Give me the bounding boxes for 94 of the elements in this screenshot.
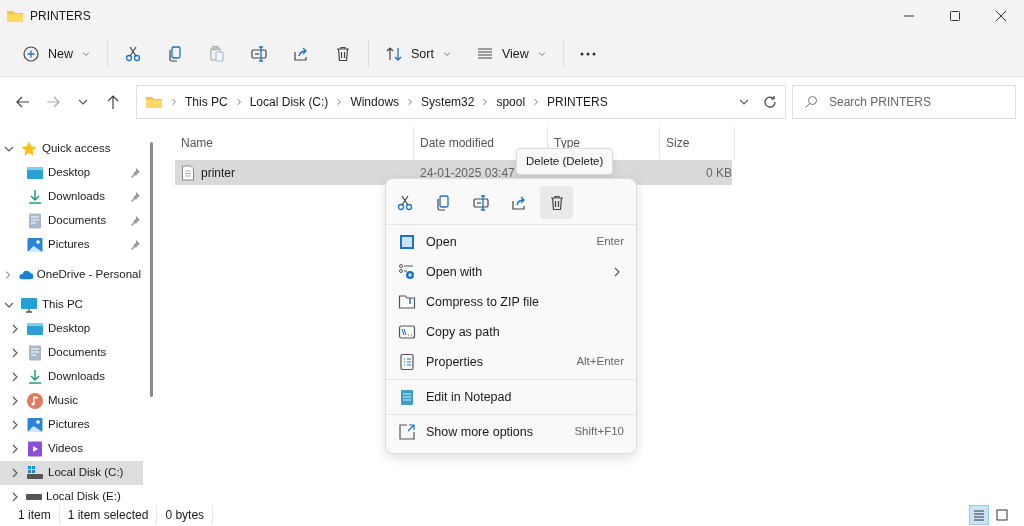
caret-icon (81, 49, 91, 59)
desktop-folder-icon (26, 320, 44, 338)
close-icon (995, 10, 1007, 22)
details-view-button[interactable] (969, 505, 989, 525)
notepad-icon (398, 233, 416, 251)
sidebar-item[interactable]: Videos (0, 437, 143, 461)
video-icon (26, 440, 44, 458)
breadcrumb[interactable]: PRINTERS (547, 93, 608, 111)
open-with-icon (398, 263, 416, 281)
text-file-icon (181, 164, 195, 181)
breadcrumb[interactable]: Windows (350, 93, 400, 111)
rename-icon (471, 193, 490, 212)
caret-icon (441, 49, 452, 59)
separator-chevron-icon (169, 97, 179, 107)
download-icon (26, 188, 44, 206)
column-header[interactable]: Size (660, 127, 735, 159)
folder-icon (145, 94, 163, 110)
document-icon (26, 212, 44, 230)
menu-item[interactable]: Properties Alt+Enter (386, 347, 636, 377)
breadcrumb[interactable]: System32 (421, 93, 475, 111)
scissors-icon (124, 45, 142, 63)
status-text: 1 item selected (59, 506, 158, 524)
monitor-icon (20, 296, 38, 314)
zip-folder-icon (398, 293, 416, 311)
sidebar-item[interactable]: Pictures (0, 413, 143, 437)
menu-item[interactable]: Show more options Shift+F10 (386, 417, 636, 447)
picture-icon (26, 236, 44, 254)
delete-button[interactable] (540, 186, 573, 219)
square-icon (994, 507, 1010, 523)
maximize-icon (949, 10, 961, 22)
scissors-icon (395, 193, 414, 212)
folder-icon (6, 8, 24, 24)
sidebar-item[interactable]: Local Disk (E:) (0, 485, 143, 502)
menu-item[interactable]: Open with (386, 257, 636, 287)
drive-icon (26, 464, 44, 482)
column-header[interactable]: Name (175, 127, 414, 159)
sidebar-item[interactable]: This PC (0, 293, 143, 317)
menu-item[interactable]: Open Enter (386, 227, 636, 257)
date-cell-text: 24-01-2025 03:47 (419, 164, 516, 182)
copy-icon (166, 45, 184, 63)
forward-arrow-icon (45, 94, 61, 110)
plus-circle-icon (22, 45, 40, 63)
refresh-icon (763, 95, 777, 109)
breadcrumb[interactable]: This PC (185, 93, 228, 111)
drive-icon (26, 494, 42, 500)
view-button[interactable]: View (463, 37, 559, 71)
menu-item[interactable]: Copy as path (386, 317, 636, 347)
sidebar-item[interactable]: Music (0, 389, 143, 413)
external-window-icon (398, 423, 416, 441)
list-icon (971, 507, 987, 523)
rename-icon (250, 45, 268, 63)
trash-icon (334, 45, 352, 63)
notepad-icon (398, 388, 416, 406)
sidebar-item[interactable]: Desktop (0, 161, 143, 185)
paste-icon (208, 45, 226, 63)
up-arrow-icon (105, 94, 121, 110)
status-text: 0 bytes (157, 506, 214, 524)
properties-icon (398, 353, 416, 371)
sidebar-item[interactable]: Quick access (0, 137, 143, 161)
search-icon (804, 95, 818, 109)
menu-item[interactable]: Edit in Notepad (386, 382, 636, 412)
tooltip: Delete (Delete) (516, 148, 614, 176)
search-field[interactable]: Search PRINTERS (792, 85, 1016, 119)
sort-icon (385, 45, 403, 63)
sidebar-item[interactable]: Downloads (0, 365, 143, 389)
share-icon (292, 45, 310, 63)
music-icon (26, 392, 44, 410)
more-icon (579, 52, 596, 56)
breadcrumb[interactable]: Local Disk (C:) (249, 93, 329, 111)
star-icon (20, 140, 38, 158)
sidebar-item[interactable]: Documents (0, 341, 143, 365)
picture-icon (26, 416, 44, 434)
address-bar[interactable]: This PC Local Disk (C:) Windows System32 spool PRINTERS (136, 85, 786, 119)
sidebar-item[interactable]: Downloads (0, 185, 143, 209)
sidebar-item[interactable]: Documents (0, 209, 143, 233)
caret-icon (536, 49, 547, 59)
size-cell-text: 0 KB (705, 164, 733, 182)
breadcrumb[interactable]: spool (496, 93, 526, 111)
file-name: printer (201, 164, 235, 182)
scrollbar-thumb[interactable] (149, 142, 153, 397)
menu-item[interactable]: Compress to ZIP file (386, 287, 636, 317)
sidebar-item[interactable]: Local Disk (C:) (0, 461, 143, 485)
new-button[interactable]: New (10, 37, 103, 71)
sidebar-item[interactable]: Desktop (0, 317, 143, 341)
sidebar-item[interactable]: Pictures (0, 233, 143, 257)
sort-button[interactable]: Sort (373, 37, 464, 71)
window-title: PRINTERS (30, 8, 91, 25)
download-icon (26, 368, 44, 386)
sidebar-item[interactable]: OneDrive - Personal (0, 263, 143, 287)
status-text: 1 item (10, 506, 60, 524)
path-icon (398, 323, 416, 341)
back-arrow-icon (15, 94, 31, 110)
desktop-folder-icon (26, 164, 44, 182)
document-icon (26, 344, 44, 362)
